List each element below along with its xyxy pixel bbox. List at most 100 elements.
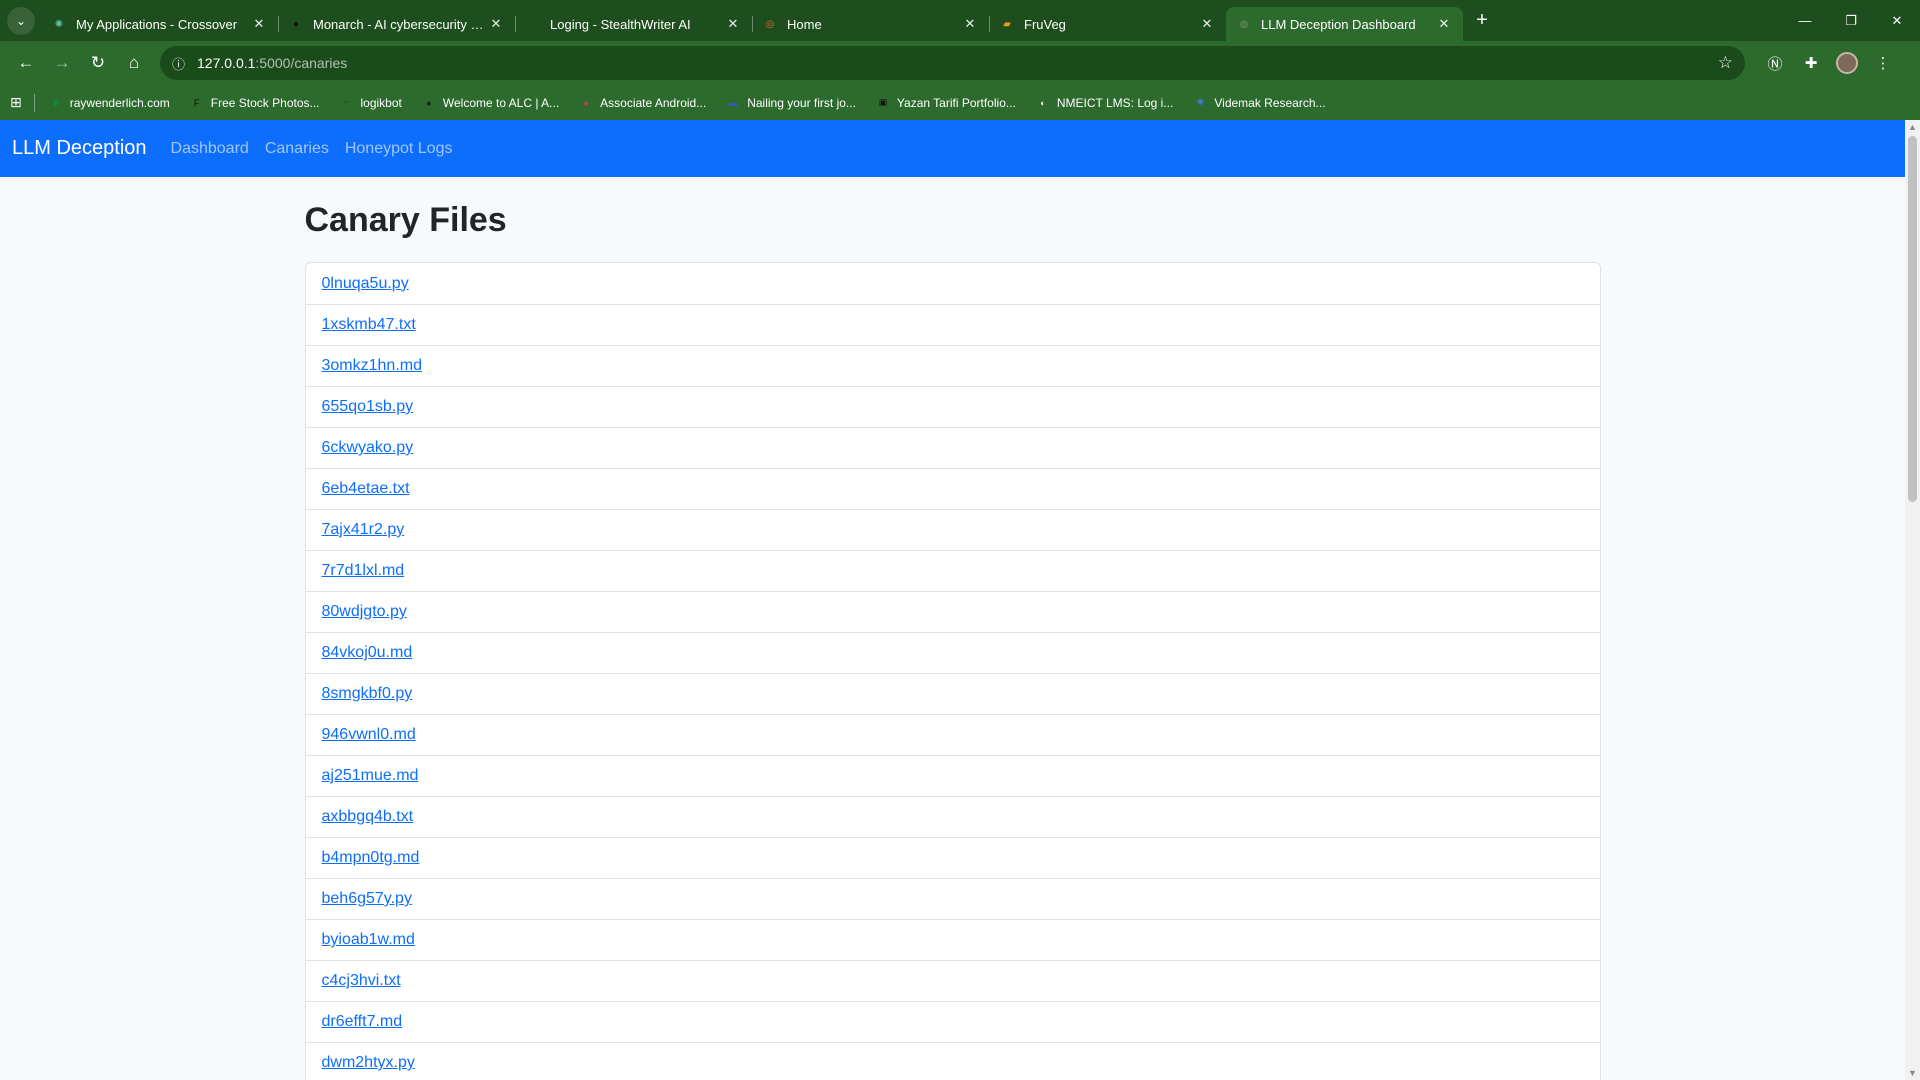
page-title: Canary Files — [304, 201, 507, 239]
close-tab-icon[interactable]: ✕ — [487, 16, 505, 32]
browser-tab[interactable]: ▰ FruVeg ✕ — [989, 7, 1226, 41]
canary-file-link[interactable]: axbbgq4b.txt — [322, 808, 414, 826]
canary-file-link[interactable]: 8smgkbf0.py — [322, 685, 413, 703]
tabs: ✺ My Applications - Crossover ✕ ● Monarch - … — [41, 0, 1463, 41]
forward-icon[interactable]: → — [44, 45, 80, 81]
browser-tab[interactable]: ✺ My Applications - Crossover ✕ — [41, 7, 278, 41]
page-viewport: LLM Deception Dashboard Canaries Honeypo… — [0, 120, 1905, 1080]
browser-toolbar: ← → ↻ ⌂ ⓘ 127.0.0.1:5000/canaries ☆ Ⓝ ✚ … — [0, 41, 1920, 85]
canary-file-link[interactable]: 84vkoj0u.md — [322, 644, 413, 662]
apps-grid-icon[interactable]: ⊞ — [10, 94, 22, 111]
bookmark-item[interactable]: ⌁ logikbot — [340, 96, 402, 110]
page-scrollbar[interactable]: ▲ ▼ — [1905, 120, 1920, 1080]
bookmark-label: logikbot — [360, 95, 402, 110]
alc-icon: ● — [426, 97, 432, 108]
monarch-icon: ● — [292, 18, 300, 30]
canary-file-link[interactable]: 655qo1sb.py — [322, 398, 414, 416]
portfolio-icon: ▣ — [878, 97, 888, 107]
raywenderlich-icon: ▮ — [53, 97, 59, 107]
bookmark-label: Free Stock Photos... — [210, 95, 320, 110]
close-tab-icon[interactable]: ✕ — [1435, 16, 1453, 32]
bookmark-item[interactable]: ✺ Videmak Research... — [1193, 96, 1326, 110]
browser-tab[interactable]: ◍ LLM Deception Dashboard ✕ — [1226, 7, 1463, 41]
bookmarks-divider — [33, 93, 35, 112]
list-item: beh6g57y.py — [305, 878, 1600, 919]
canary-file-link[interactable]: byioab1w.md — [322, 931, 415, 949]
close-tab-icon[interactable]: ✕ — [724, 16, 742, 32]
browser-tab[interactable]: ● Monarch - AI cybersecurity proj ✕ — [278, 7, 515, 41]
home-icon[interactable]: ⌂ — [116, 45, 152, 81]
canary-file-link[interactable]: 80wdjgto.py — [322, 603, 407, 621]
logikbot-icon: ⌁ — [343, 97, 350, 107]
list-item: dwm2htyx.py — [305, 1042, 1600, 1080]
canary-file-link[interactable]: 7r7d1lxl.md — [322, 562, 405, 580]
bookmark-item[interactable]: ● Welcome to ALC | A... — [422, 96, 559, 110]
reload-icon[interactable]: ↻ — [80, 45, 116, 81]
app-navbar: LLM Deception Dashboard Canaries Honeypo… — [0, 120, 1905, 177]
bookmark-label: NMEICT LMS: Log i... — [1056, 95, 1174, 110]
scroll-down-icon[interactable]: ▼ — [1905, 1066, 1920, 1080]
canary-file-list: 0lnuqa5u.py 1xskmb47.txt 3omkz1hn.md 655qo1… — [304, 262, 1601, 1080]
tab-title: Loging - StealthWriter AI — [550, 16, 691, 32]
canary-file-link[interactable]: 6ckwyako.py — [322, 439, 414, 457]
nav-link-honeypot-logs[interactable]: Honeypot Logs — [345, 140, 453, 158]
close-tab-icon[interactable]: ✕ — [1198, 16, 1216, 32]
close-window-icon[interactable]: ✕ — [1874, 0, 1920, 41]
nmeict-icon: ◐ — [1040, 97, 1046, 108]
browser-tab[interactable]: ◎ Home ✕ — [752, 7, 989, 41]
bookmark-label: raywenderlich.com — [69, 95, 170, 110]
bookmark-item[interactable]: ▣ Yazan Tarifi Portfolio... — [876, 96, 1016, 110]
canary-file-link[interactable]: dwm2htyx.py — [322, 1054, 415, 1072]
canary-file-link[interactable]: 946vwnl0.md — [322, 726, 416, 744]
list-item: 84vkoj0u.md — [305, 632, 1600, 673]
crossover-icon: ✺ — [54, 18, 64, 30]
canary-file-link[interactable]: b4mpn0tg.md — [322, 849, 420, 867]
tab-title: FruVeg — [1024, 16, 1066, 32]
canary-file-link[interactable]: beh6g57y.py — [322, 890, 412, 908]
nav-link-dashboard[interactable]: Dashboard — [171, 140, 249, 158]
canary-file-link[interactable]: 7ajx41r2.py — [322, 521, 405, 539]
navbar-brand[interactable]: LLM Deception — [12, 137, 147, 160]
list-item: dr6efft7.md — [305, 1001, 1600, 1042]
kebab-menu-icon[interactable]: ⋮ — [1865, 45, 1901, 81]
window-controls: — ❐ ✕ — [1782, 0, 1920, 41]
restore-icon[interactable]: ❐ — [1828, 0, 1874, 41]
browser-tab[interactable]: ◌ Loging - StealthWriter AI ✕ — [515, 7, 752, 41]
bookmarks-bar: ⊞ ▮ raywenderlich.com F Free Stock Photos..… — [0, 85, 1920, 120]
nav-link-canaries[interactable]: Canaries — [265, 140, 329, 158]
bookmark-item[interactable]: ▮ raywenderlich.com — [49, 96, 170, 110]
canary-file-link[interactable]: dr6efft7.md — [322, 1013, 403, 1031]
canary-file-link[interactable]: c4cj3hvi.txt — [322, 972, 401, 990]
bookmark-item[interactable]: ◐ NMEICT LMS: Log i... — [1036, 96, 1173, 110]
list-item: 80wdjgto.py — [305, 591, 1600, 632]
scroll-thumb[interactable] — [1908, 136, 1917, 502]
loading-spinner-icon: ◌ — [530, 18, 536, 30]
scroll-up-icon[interactable]: ▲ — [1905, 120, 1920, 134]
new-tab-icon[interactable]: + — [1467, 9, 1497, 32]
canary-file-link[interactable]: aj251mue.md — [322, 767, 419, 785]
bookmark-star-icon[interactable]: ☆ — [1718, 53, 1733, 73]
minimize-icon[interactable]: — — [1782, 0, 1828, 41]
back-icon[interactable]: ← — [8, 45, 44, 81]
tab-strip: ⌄ ✺ My Applications - Crossover ✕ ● Monarch … — [0, 0, 1920, 41]
freestock-icon: F — [194, 97, 200, 108]
close-tab-icon[interactable]: ✕ — [961, 16, 979, 32]
bookmark-item[interactable]: ● Associate Android... — [579, 96, 706, 110]
android-icon: ● — [583, 97, 589, 108]
tab-search-icon[interactable]: ⌄ — [7, 6, 35, 35]
bookmark-item[interactable]: F Free Stock Photos... — [190, 95, 320, 110]
url-host: 127.0.0.1 — [197, 55, 256, 71]
bookmark-item[interactable]: ▬ Nailing your first jo... — [726, 96, 856, 110]
extensions-puzzle-icon[interactable]: ✚ — [1793, 45, 1829, 81]
address-bar[interactable]: ⓘ 127.0.0.1:5000/canaries ☆ — [160, 46, 1745, 80]
list-item: axbbgq4b.txt — [305, 796, 1600, 837]
notion-extension-icon[interactable]: Ⓝ — [1757, 45, 1793, 81]
profile-avatar[interactable] — [1829, 45, 1865, 81]
close-tab-icon[interactable]: ✕ — [250, 16, 268, 32]
canary-file-link[interactable]: 3omkz1hn.md — [322, 357, 423, 375]
site-info-icon[interactable]: ⓘ — [172, 54, 185, 73]
canary-file-link[interactable]: 0lnuqa5u.py — [322, 275, 409, 293]
list-item: 0lnuqa5u.py — [306, 263, 1600, 304]
canary-file-link[interactable]: 6eb4etae.txt — [322, 480, 410, 498]
canary-file-link[interactable]: 1xskmb47.txt — [322, 316, 416, 334]
